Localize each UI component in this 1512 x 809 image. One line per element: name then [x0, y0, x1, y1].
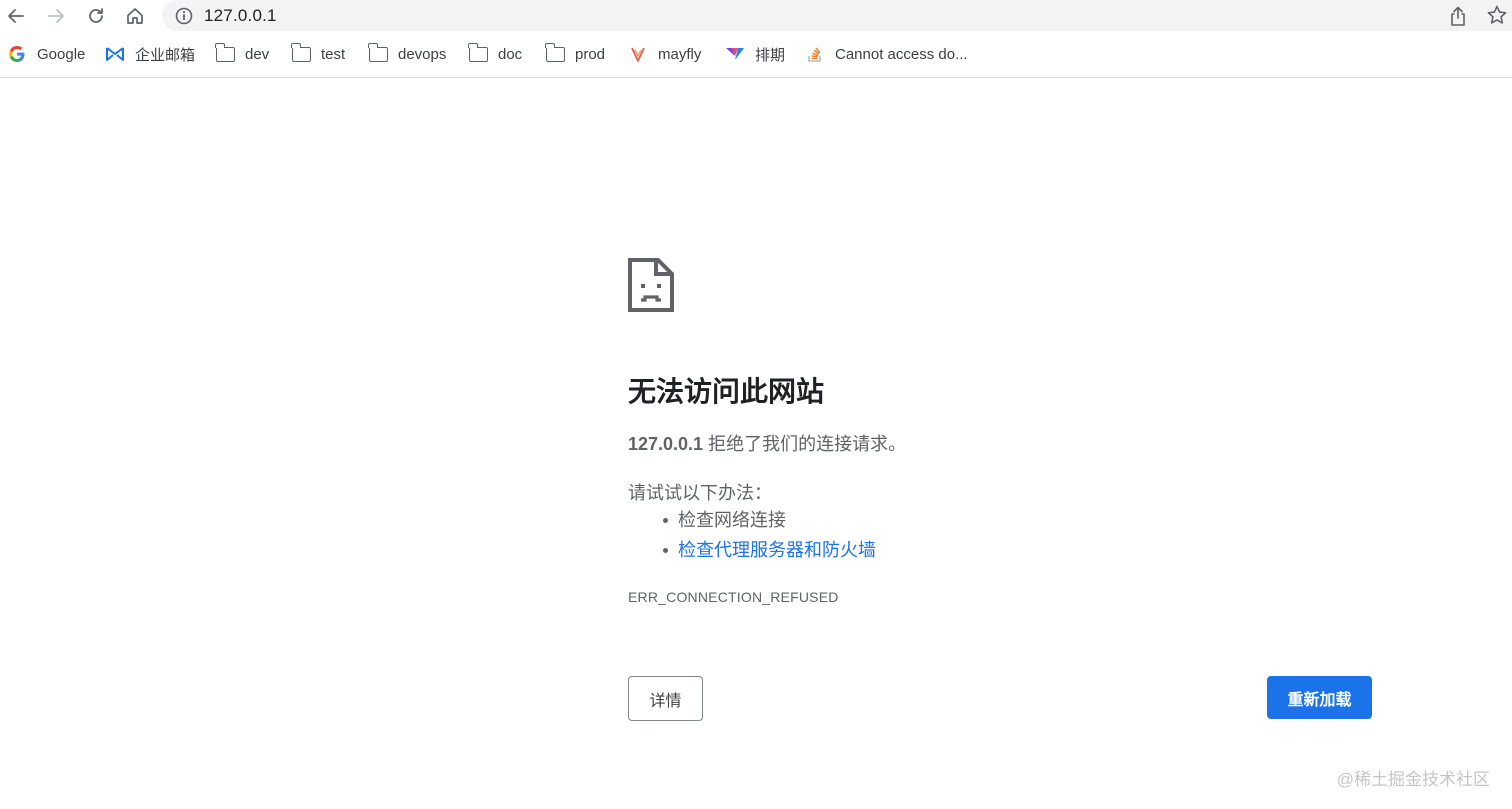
bookmark-stackoverflow[interactable]: Cannot access do... [805, 43, 968, 65]
bookmark-mayfly[interactable]: mayfly [628, 43, 701, 65]
sad-document-icon [628, 258, 674, 312]
folder-icon [367, 42, 388, 63]
suggestions-title: 请试试以下办法： [628, 483, 772, 503]
suggestion-check-network: 检查网络连接 [660, 508, 876, 538]
back-arrow-icon [8, 9, 24, 23]
bookmark-label: doc [498, 45, 523, 63]
mayfly-logo-icon [628, 45, 648, 63]
bookmark-label: 企业邮箱 [135, 46, 196, 64]
url-text[interactable]: 127.0.0.1 [204, 6, 277, 26]
bookmark-label: devops [398, 45, 447, 63]
bookmark-label: 排期 [755, 46, 786, 64]
bookmark-label: dev [245, 45, 270, 63]
google-logo-icon [7, 45, 27, 63]
reload-button[interactable] [82, 2, 110, 30]
folder-icon [290, 42, 311, 63]
folder-icon [544, 42, 565, 63]
bookmark-label: Cannot access do... [835, 45, 968, 63]
error-title: 无法访问此网站 [628, 376, 825, 407]
bookmark-label: Google [37, 45, 86, 63]
error-description: 127.0.0.1 拒绝了我们的连接请求。 [628, 430, 906, 456]
bookmark-folder-doc[interactable]: doc [467, 42, 523, 65]
details-button[interactable]: 详情 [628, 676, 703, 721]
info-icon[interactable] [174, 6, 194, 26]
bookmark-google[interactable]: Google [7, 43, 85, 65]
schedule-logo-icon [725, 45, 745, 63]
home-button[interactable] [121, 2, 149, 30]
bookmark-folder-test[interactable]: test [290, 42, 346, 65]
home-icon [127, 8, 143, 24]
bookmarks-bar: Google 企业邮箱 dev test devops doc prod may… [0, 32, 1512, 78]
bookmark-label: mayfly [658, 45, 702, 63]
error-message: 拒绝了我们的连接请求。 [703, 434, 907, 454]
folder-icon [467, 42, 488, 63]
star-icon[interactable] [1486, 4, 1508, 26]
bookmark-schedule[interactable]: 排期 [725, 43, 785, 65]
bookmark-label: prod [575, 45, 606, 63]
watermark: @稀土掘金技术社区 [1336, 770, 1490, 789]
back-button[interactable] [2, 2, 30, 30]
suggestion-check-proxy-link[interactable]: 检查代理服务器和防火墙 [660, 538, 876, 568]
error-host: 127.0.0.1 [628, 434, 704, 454]
reload-icon [89, 8, 103, 23]
stackoverflow-logo-icon [805, 45, 825, 63]
bookmark-folder-prod[interactable]: prod [544, 42, 606, 65]
share-icon[interactable] [1448, 5, 1468, 27]
browser-toolbar: 127.0.0.1 [0, 0, 1512, 32]
forward-arrow-icon [48, 9, 64, 23]
reload-page-button[interactable]: 重新加载 [1267, 676, 1372, 719]
bookmark-folder-dev[interactable]: dev [214, 42, 270, 65]
address-bar[interactable]: 127.0.0.1 [162, 0, 1512, 31]
bookmark-label: test [321, 45, 346, 63]
bookmark-mail[interactable]: 企业邮箱 [105, 43, 195, 65]
forward-button[interactable] [42, 2, 70, 30]
folder-icon [214, 42, 235, 63]
bookmark-folder-devops[interactable]: devops [367, 42, 447, 65]
mail-logo-icon [105, 45, 125, 63]
suggestions-list: 检查网络连接 检查代理服务器和防火墙 [660, 508, 876, 568]
error-code: ERR_CONNECTION_REFUSED [628, 589, 839, 605]
